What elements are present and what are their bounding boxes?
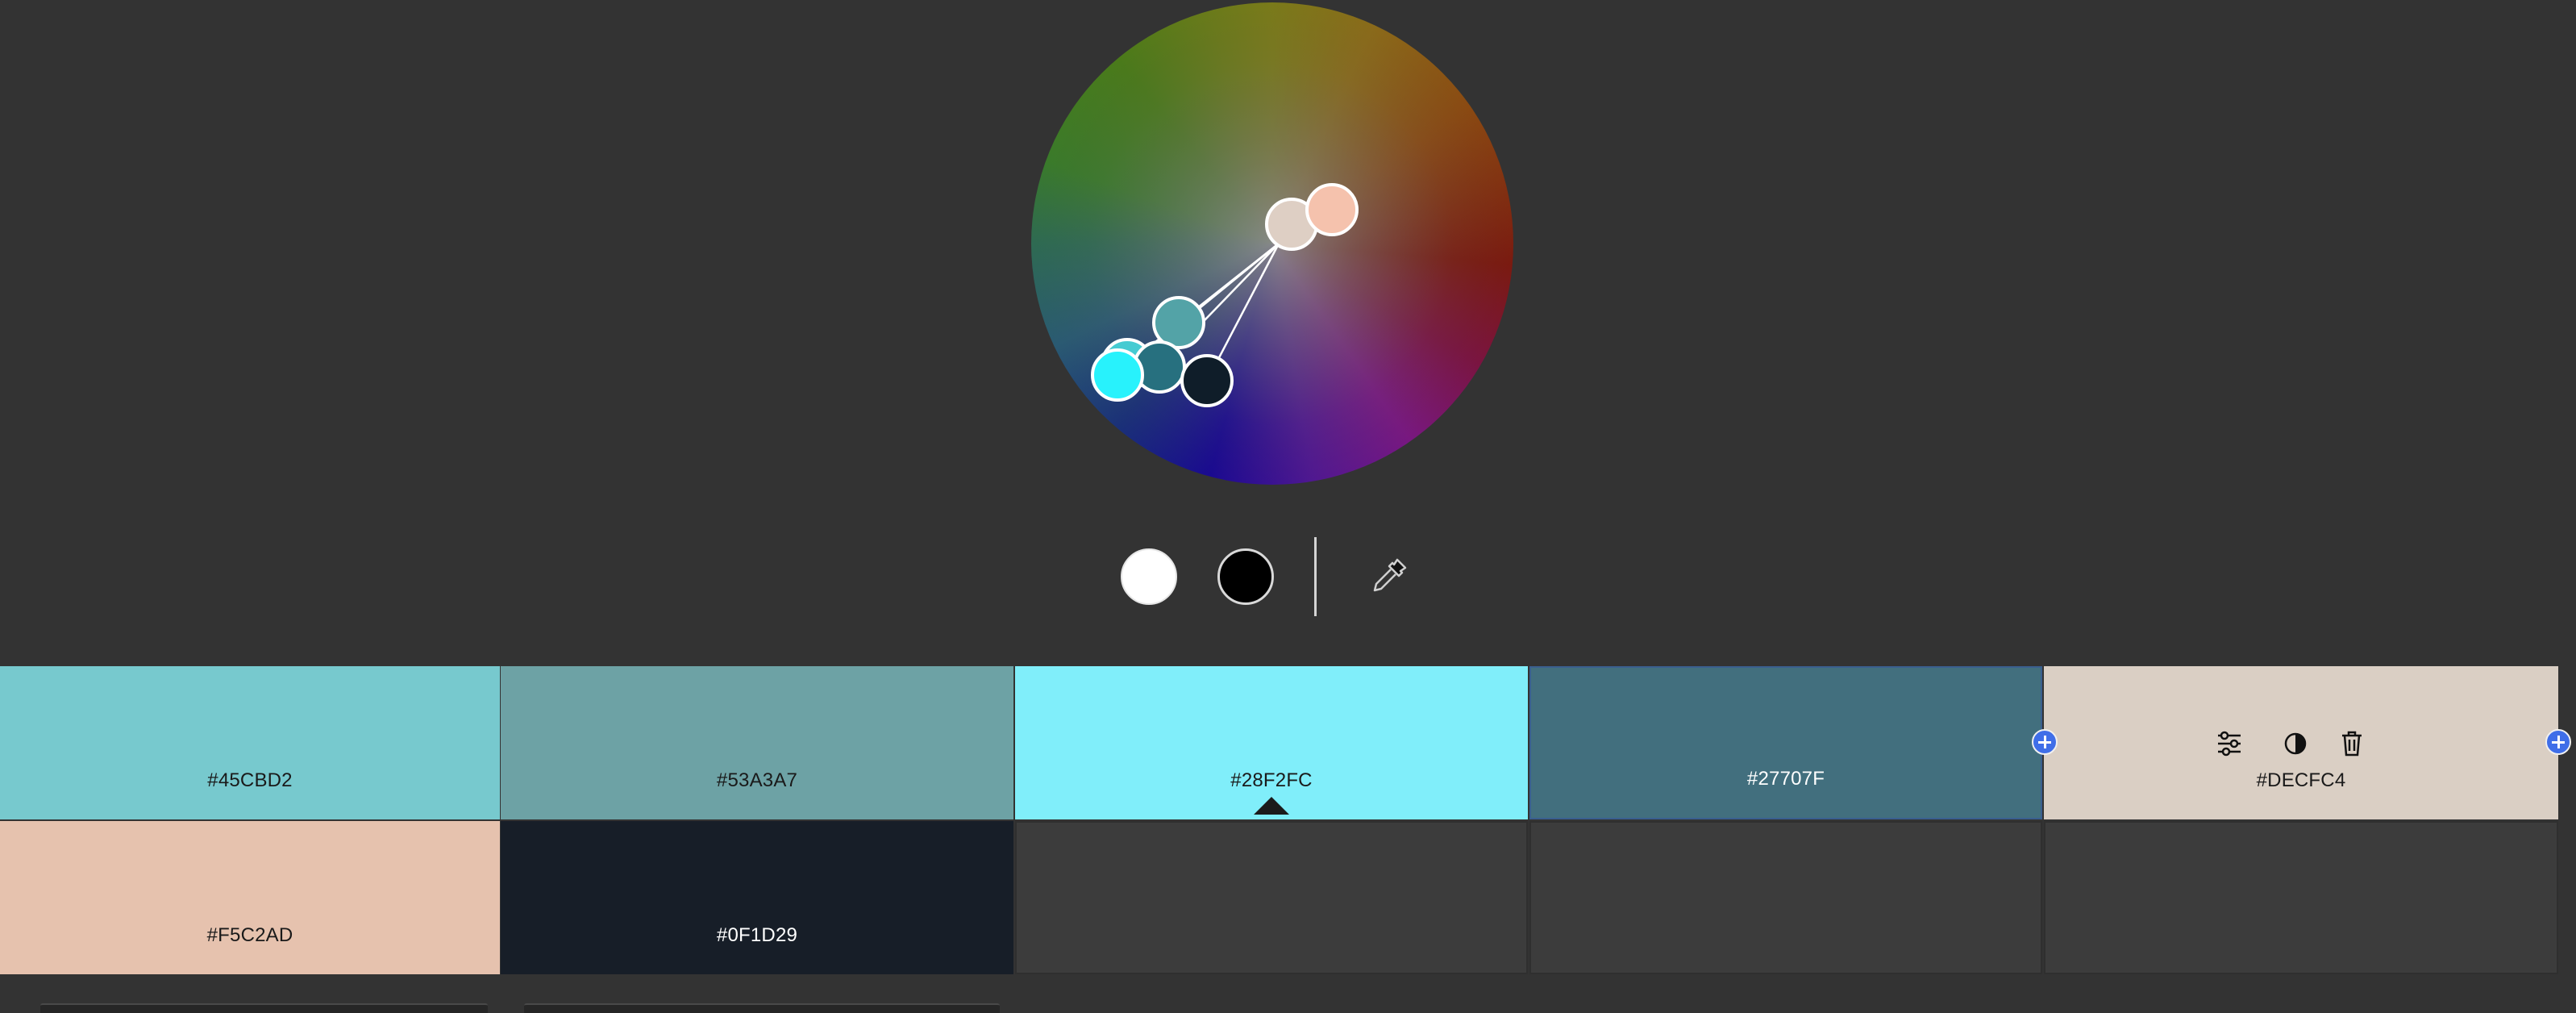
palette-swatches: #45CBD2 #53A3A7 #28F2FC #27707F #DECFC4 #F5C2…: [0, 666, 2571, 974]
add-color-button[interactable]: [2545, 729, 2571, 755]
swatch-6[interactable]: #0F1D29: [501, 821, 1013, 974]
swatch-hex-label[interactable]: #0F1D29: [501, 924, 1013, 947]
footer-tab[interactable]: [524, 1003, 1000, 1013]
swatch-toolbar: [2044, 727, 2558, 760]
wheel-handle-7[interactable]: [1180, 354, 1234, 407]
swatch-hex-label[interactable]: #DECFC4: [2044, 769, 2558, 792]
white-color-button[interactable]: [1121, 548, 1177, 605]
color-wheel-canvas[interactable]: [1029, 0, 1516, 487]
sliders-icon: [2218, 731, 2241, 757]
empty-swatch-slot[interactable]: [1529, 821, 2042, 974]
swatch-2[interactable]: #28F2FC: [1015, 666, 1528, 819]
swatch-hex-label[interactable]: #F5C2AD: [0, 924, 500, 947]
swatch-1[interactable]: #53A3A7: [501, 666, 1013, 819]
trash-icon: [2342, 731, 2362, 757]
wheel-handle-2[interactable]: [1152, 296, 1205, 349]
tool-divider: [1314, 537, 1317, 616]
footer-tab[interactable]: [40, 1003, 488, 1013]
footer-strip: [0, 974, 2576, 1013]
eyedropper-icon: [1373, 558, 1407, 592]
empty-swatch-slot[interactable]: [2044, 821, 2558, 974]
swatch-5[interactable]: #F5C2AD: [0, 821, 500, 974]
wheel-hues: [1031, 2, 1513, 485]
wheel-handle-6[interactable]: [1305, 183, 1359, 236]
wheel-handle-3[interactable]: [1091, 348, 1144, 402]
tool-row: [0, 524, 2576, 629]
contrast-icon: [2284, 732, 2307, 755]
swatch-hex-label[interactable]: #27707F: [1531, 768, 2041, 790]
swatch-4[interactable]: #DECFC4: [2044, 666, 2558, 819]
eyedropper-button[interactable]: [1367, 553, 1412, 598]
empty-swatch-slot[interactable]: [1015, 821, 1528, 974]
contrast-button[interactable]: [2279, 727, 2312, 760]
swatch-3[interactable]: #27707F: [1529, 666, 2042, 819]
swatch-hex-label[interactable]: #45CBD2: [0, 769, 500, 792]
color-wheel[interactable]: [1029, 0, 1516, 487]
swatch-hex-label[interactable]: #28F2FC: [1015, 769, 1528, 792]
selected-indicator: [1254, 797, 1289, 815]
add-color-button[interactable]: [2032, 729, 2058, 755]
swatch-0[interactable]: #45CBD2: [0, 666, 500, 819]
delete-button[interactable]: [2336, 727, 2368, 760]
swatch-hex-label[interactable]: #53A3A7: [501, 769, 1013, 792]
black-color-button[interactable]: [1217, 548, 1274, 605]
adjust-button[interactable]: [2213, 727, 2245, 760]
